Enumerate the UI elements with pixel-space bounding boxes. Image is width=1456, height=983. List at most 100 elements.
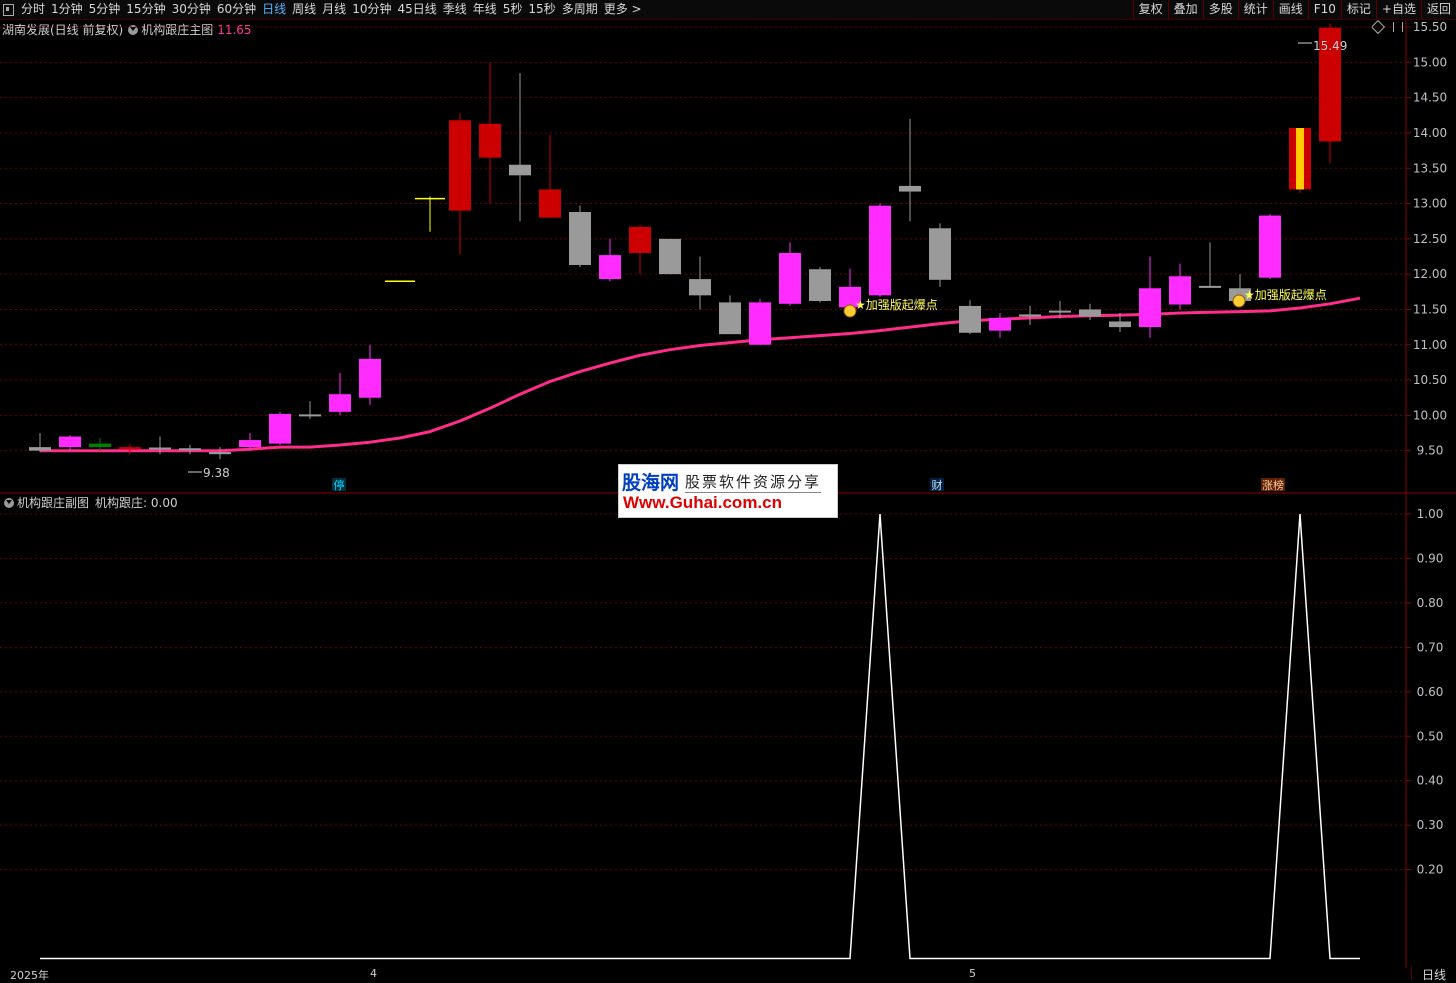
candle xyxy=(629,224,651,275)
toolbar-button[interactable]: 多股 xyxy=(1202,0,1238,19)
period-button[interactable]: 周线 xyxy=(289,0,319,19)
period-button[interactable]: 季线 xyxy=(440,0,470,19)
candle xyxy=(899,118,921,222)
toolbar-button[interactable]: 返回 xyxy=(1420,0,1456,19)
candle-body xyxy=(599,255,621,280)
candle xyxy=(449,113,471,255)
toolbar-button[interactable]: 叠加 xyxy=(1167,0,1203,19)
candle xyxy=(509,72,531,222)
candle-body xyxy=(749,302,771,345)
candle-body xyxy=(269,413,291,444)
indicator-tick-label: 0.90 xyxy=(1417,551,1444,565)
watermark-tagline: 股票软件资源分享 xyxy=(685,472,822,493)
period-button[interactable]: 60分钟 xyxy=(214,0,259,19)
signal-label: ★加强版起爆点 xyxy=(1244,288,1327,302)
candle xyxy=(689,256,711,310)
period-toolbar: 分时 1分钟 5分钟 15分钟 30分钟 60分钟 日线 周线 月线 10分钟 45日线 季线 年线 5秒… xyxy=(0,0,1456,20)
period-button[interactable]: 30分钟 xyxy=(169,0,214,19)
candle xyxy=(959,300,981,335)
toolbar-button[interactable]: F10 xyxy=(1307,0,1341,19)
period-button[interactable]: 日线 xyxy=(259,0,289,19)
indicator-tick-label: 0.50 xyxy=(1417,729,1444,743)
price-tick-label: 10.50 xyxy=(1413,373,1447,387)
indicator-tick-label: 0.20 xyxy=(1417,863,1444,877)
period-button[interactable]: 5秒 xyxy=(500,0,526,19)
watermark-banner: 股海网 股票软件资源分享 Www.Guhai.com.cn xyxy=(618,464,838,518)
period-button[interactable]: 15分钟 xyxy=(123,0,168,19)
candle-body xyxy=(1109,321,1131,328)
candle xyxy=(719,295,741,335)
period-button[interactable]: 10分钟 xyxy=(349,0,394,19)
toolbar-button[interactable]: 画线 xyxy=(1272,0,1308,19)
period-button[interactable]: 多周期 xyxy=(559,0,601,19)
candle-body xyxy=(809,269,831,301)
date-label: 4 xyxy=(370,967,377,980)
toolbar-button[interactable]: 标记 xyxy=(1340,0,1376,19)
candle xyxy=(989,312,1011,338)
price-tick-label: 13.50 xyxy=(1413,161,1447,175)
indicator-tick-label: 0.80 xyxy=(1417,596,1444,610)
candle-body xyxy=(689,279,711,296)
candle-highlight xyxy=(1296,128,1304,190)
period-button[interactable]: 15秒 xyxy=(525,0,558,19)
candle-body xyxy=(29,447,51,451)
date-label: 2025年 xyxy=(10,969,49,982)
period-button[interactable]: 45日线 xyxy=(394,0,439,19)
candle xyxy=(1289,128,1311,193)
candle-body xyxy=(959,305,981,333)
event-tag: 涨榜 xyxy=(1262,478,1284,492)
candle-body xyxy=(1079,309,1101,317)
candle-body xyxy=(659,238,681,275)
price-tick-label: 12.00 xyxy=(1413,267,1447,281)
period-button[interactable]: 分时 xyxy=(18,0,48,19)
period-button[interactable]: 更多 > xyxy=(601,0,645,19)
candle-body xyxy=(779,252,801,304)
candle xyxy=(479,62,501,204)
signal-label: ★加强版起爆点 xyxy=(855,298,938,312)
candle-body xyxy=(89,443,111,448)
candle xyxy=(299,401,321,419)
candle xyxy=(329,373,351,416)
candle xyxy=(1019,305,1041,325)
function-buttons: 复权 叠加 多股 统计 画线 F10 标记 +自选 返回 xyxy=(1132,0,1456,19)
candle-body xyxy=(1139,288,1161,328)
toolbar-button[interactable]: 统计 xyxy=(1237,0,1273,19)
price-tick-label: 15.00 xyxy=(1413,55,1447,69)
period-indicator-button[interactable]: 日线 xyxy=(1411,966,1456,982)
period-button[interactable]: 年线 xyxy=(470,0,500,19)
date-axis: 2025年 4 5 xyxy=(0,967,1456,982)
period-button[interactable]: 1分钟 xyxy=(48,0,86,19)
candle xyxy=(89,437,111,451)
candlestick-chart[interactable]: 15.50 15.00 14.50 14.00 13.50 13.00 12.50 12.00… xyxy=(0,20,1456,494)
candle-body xyxy=(209,452,231,455)
period-button[interactable]: 月线 xyxy=(319,0,349,19)
price-tick-label: 11.00 xyxy=(1413,338,1447,352)
toolbar-button[interactable]: +自选 xyxy=(1375,0,1421,19)
price-tick-label: 11.50 xyxy=(1413,302,1447,316)
price-tick-label: 15.50 xyxy=(1413,20,1447,34)
candle xyxy=(1169,263,1191,310)
candle-body xyxy=(329,394,351,412)
candle-body xyxy=(1259,215,1281,278)
watermark-logo: 股海网 xyxy=(622,473,680,494)
watermark-url: Www.Guhai.com.cn xyxy=(623,493,782,512)
price-tick-label: 14.00 xyxy=(1413,126,1447,140)
panel-toggle-icon[interactable] xyxy=(3,3,14,16)
candle-body xyxy=(449,120,471,211)
indicator-chart[interactable]: 1.00 0.90 0.80 0.70 0.60 0.50 0.40 0.30 0.20 xyxy=(0,494,1456,968)
candle xyxy=(809,267,831,303)
candle-body xyxy=(899,185,921,192)
event-tag: 停 xyxy=(334,478,345,492)
candle xyxy=(1139,256,1161,338)
indicator-tick-label: 1.00 xyxy=(1417,507,1444,521)
indicator-tick-label: 0.40 xyxy=(1417,774,1444,788)
candle xyxy=(659,238,681,275)
period-button[interactable]: 5分钟 xyxy=(86,0,124,19)
candle-body xyxy=(569,212,591,265)
candle xyxy=(119,443,141,455)
toolbar-button[interactable]: 复权 xyxy=(1132,0,1168,19)
candle xyxy=(269,411,291,446)
candle-body xyxy=(509,164,531,176)
date-label: 5 xyxy=(969,967,976,980)
price-tick-label: 14.50 xyxy=(1413,91,1447,105)
